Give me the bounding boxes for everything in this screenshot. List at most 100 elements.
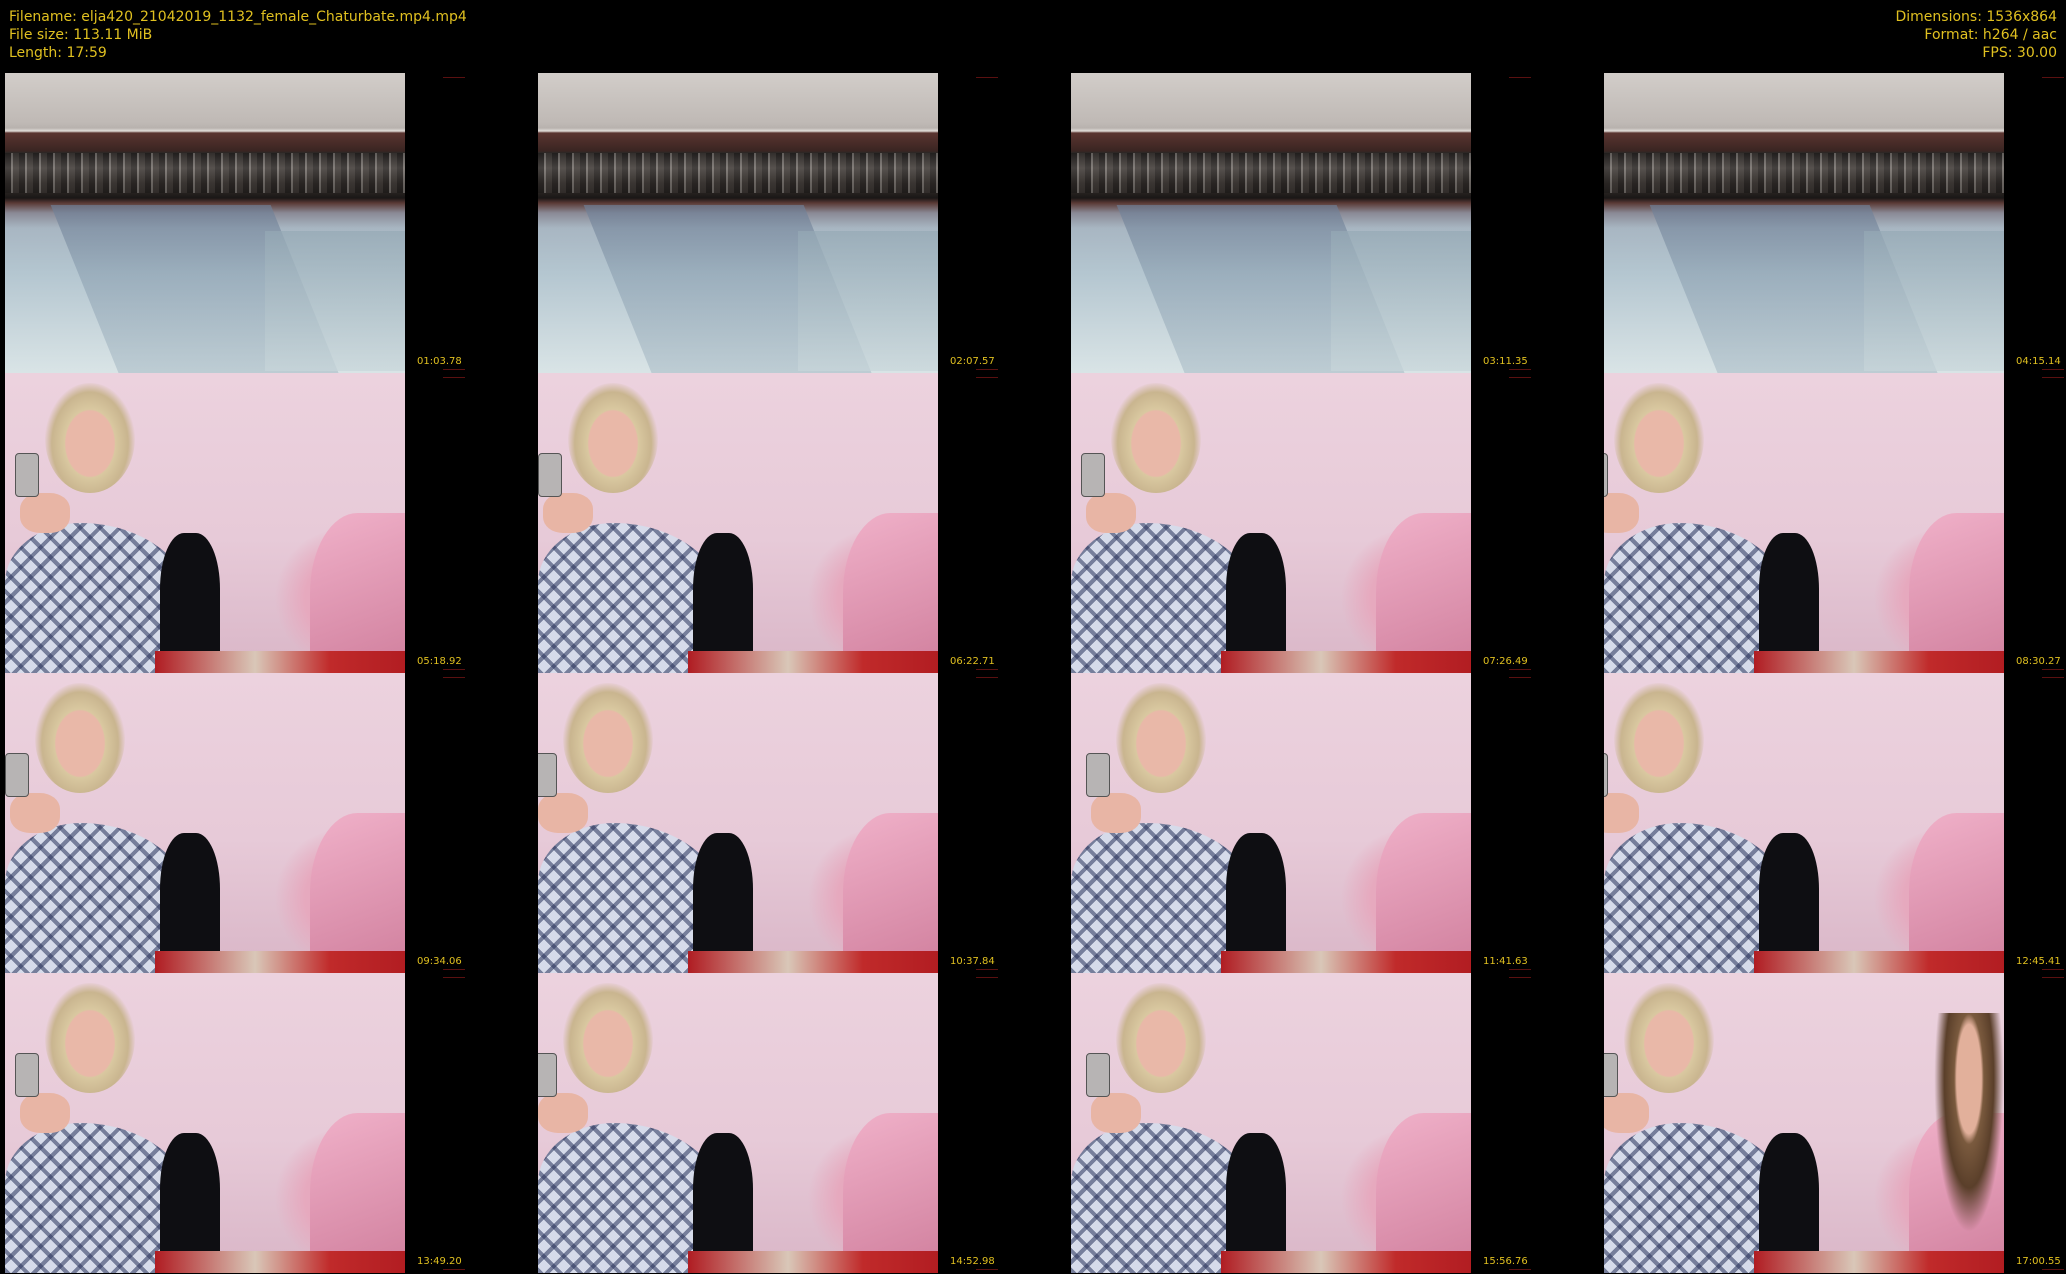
person-hand <box>10 793 60 833</box>
filesize-text: File size: 113.11 MiB <box>9 27 153 43</box>
person-hand <box>543 493 593 533</box>
video-frame-thumbnail <box>538 373 938 673</box>
bedding <box>1221 651 1471 673</box>
bedding <box>1221 951 1471 973</box>
frame-marker <box>443 977 465 978</box>
person-head <box>1111 383 1201 493</box>
pink-pillow <box>1376 1113 1471 1273</box>
video-frame-thumbnail <box>5 373 405 673</box>
video-frame-thumbnail <box>1071 73 1471 373</box>
phone <box>538 1053 557 1097</box>
person-hand <box>1091 793 1141 833</box>
frame-marker <box>2042 377 2064 378</box>
person-head <box>1116 983 1206 1093</box>
frame-timestamp: 09:34.06 <box>417 956 462 967</box>
frame-timestamp: 03:11.35 <box>1483 356 1528 367</box>
frame-timestamp: 05:18.92 <box>417 656 462 667</box>
person-head <box>1116 683 1206 793</box>
person-hand <box>1604 493 1639 533</box>
person-head <box>35 683 125 793</box>
person-head <box>1614 683 1704 793</box>
person-head <box>45 983 135 1093</box>
frame-marker <box>1509 369 1531 370</box>
phone <box>1604 753 1608 797</box>
frame-timestamp: 10:37.84 <box>950 956 995 967</box>
frame-marker <box>2042 1269 2064 1270</box>
frame-marker <box>443 1269 465 1270</box>
video-frame-thumbnail <box>1604 73 2004 373</box>
frame-marker <box>976 377 998 378</box>
pink-pillow <box>1376 813 1471 973</box>
bedding <box>1754 951 2004 973</box>
frame-timestamp: 17:00.55 <box>2016 1256 2061 1267</box>
person-hand <box>1604 793 1639 833</box>
person-head <box>563 683 653 793</box>
phone <box>1086 753 1110 797</box>
frame-marker <box>443 969 465 970</box>
person-head <box>568 383 658 493</box>
pink-pillow <box>310 813 405 973</box>
video-frame-thumbnail <box>5 673 405 973</box>
phone <box>538 453 562 497</box>
bedding <box>1754 1251 2004 1273</box>
frame-timestamp: 14:52.98 <box>950 1256 995 1267</box>
video-frame-thumbnail <box>1071 373 1471 673</box>
video-frame-thumbnail <box>1071 973 1471 1273</box>
pink-pillow <box>1909 813 2004 973</box>
bedding <box>155 1251 405 1273</box>
video-frame-thumbnail <box>5 73 405 373</box>
frame-marker <box>2042 669 2064 670</box>
video-frame-thumbnail <box>1071 673 1471 973</box>
fps-text: FPS: 30.00 <box>1982 45 2057 61</box>
frame-timestamp: 07:26.49 <box>1483 656 1528 667</box>
video-frame-thumbnail <box>538 73 938 373</box>
frame-marker <box>2042 77 2064 78</box>
frame-marker <box>1509 377 1531 378</box>
phone <box>15 1053 39 1097</box>
person-hand <box>20 493 70 533</box>
person-hand <box>1086 493 1136 533</box>
pink-pillow <box>843 1113 938 1273</box>
video-frame-thumbnail <box>538 973 938 1273</box>
phone <box>15 453 39 497</box>
person-head <box>1614 383 1704 493</box>
phone <box>1604 1053 1618 1097</box>
frame-marker <box>1509 77 1531 78</box>
frame-marker <box>443 77 465 78</box>
bedding <box>688 951 938 973</box>
video-frame-thumbnail <box>1604 973 2004 1273</box>
frame-marker <box>1509 669 1531 670</box>
pink-pillow <box>1376 513 1471 673</box>
frame-timestamp: 13:49.20 <box>417 1256 462 1267</box>
frame-marker <box>2042 977 2064 978</box>
frame-marker <box>1509 1269 1531 1270</box>
frame-timestamp: 15:56.76 <box>1483 1256 1528 1267</box>
bedding <box>688 651 938 673</box>
pink-pillow <box>843 813 938 973</box>
frame-marker <box>2042 677 2064 678</box>
person-hand <box>538 793 588 833</box>
frame-timestamp: 12:45.41 <box>2016 956 2061 967</box>
phone <box>1086 1053 1110 1097</box>
bedding <box>1221 1251 1471 1273</box>
filename-text: Filename: elja420_21042019_1132_female_C… <box>9 9 467 25</box>
person-head <box>45 383 135 493</box>
phone <box>1604 453 1608 497</box>
pink-pillow <box>310 1113 405 1273</box>
frame-marker <box>443 377 465 378</box>
format-text: Format: h264 / aac <box>1924 27 2057 43</box>
person-head <box>563 983 653 1093</box>
media-info: Dimensions: 1536x864 Format: h264 / aac … <box>1895 8 2057 62</box>
frame-marker <box>976 77 998 78</box>
bedding <box>155 651 405 673</box>
person-hand <box>1091 1093 1141 1133</box>
bedding <box>155 951 405 973</box>
frame-marker <box>1509 677 1531 678</box>
frame-marker <box>976 669 998 670</box>
frame-timestamp: 02:07.57 <box>950 356 995 367</box>
bedding <box>688 1251 938 1273</box>
frame-timestamp: 01:03.78 <box>417 356 462 367</box>
frame-marker <box>1509 977 1531 978</box>
frame-marker <box>1509 969 1531 970</box>
frame-timestamp: 06:22.71 <box>950 656 995 667</box>
